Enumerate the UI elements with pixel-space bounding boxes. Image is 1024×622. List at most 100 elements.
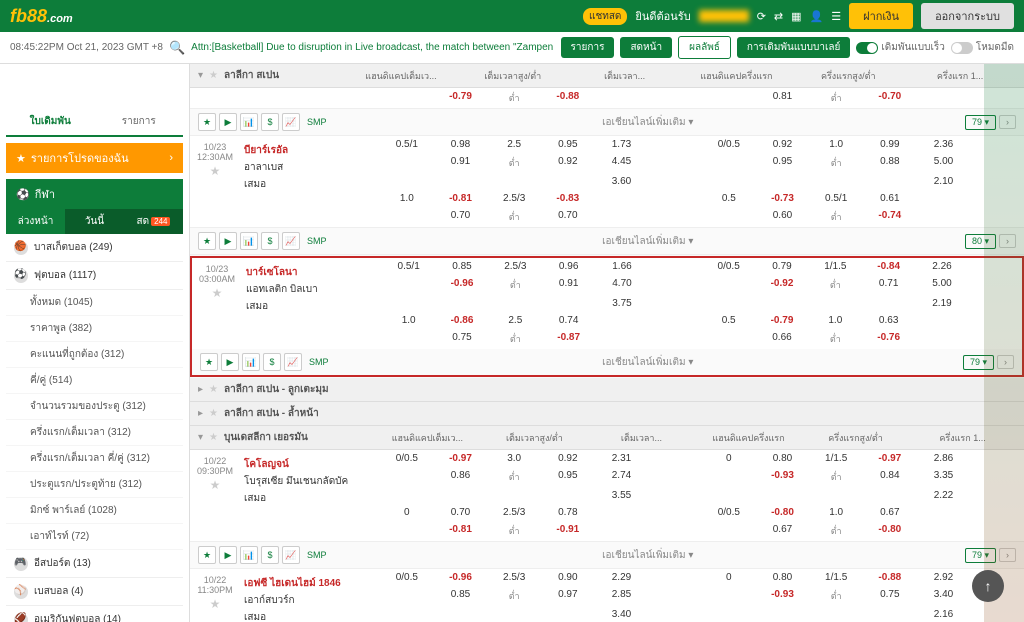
odds-cell[interactable]: 0.67 [756,521,810,541]
odds-cell[interactable]: 0.84 [863,467,917,487]
chart-icon[interactable]: 📊 [240,232,258,250]
tv-icon[interactable]: ▦ [791,10,801,23]
odds-cell[interactable]: 3.75 [595,295,648,312]
odds-cell[interactable]: 0.5/1 [382,258,435,275]
odds-cell[interactable]: 0.92 [541,153,595,173]
play-icon[interactable]: ▶ [221,353,239,371]
fav-button[interactable]: ★ [200,353,218,371]
odds-cell[interactable]: 3.40 [917,586,971,606]
sidebar-sub[interactable]: เอาท์ไรท์ (72) [6,524,183,550]
odds-cell[interactable]: 0.75 [863,586,917,606]
odds-cell[interactable]: 0.90 [541,569,595,586]
odds-cell[interactable]: 0.80 [756,450,810,467]
team-draw[interactable]: เสมอ [244,609,376,622]
star-icon[interactable]: ★ [194,597,236,611]
odds-cell[interactable]: 0.67 [863,504,917,521]
subtab-live[interactable]: สด244 [124,209,183,234]
odds-cell[interactable]: -0.92 [755,275,808,295]
odds-cell[interactable]: ต่ำ [809,207,863,227]
star-icon[interactable]: ★ [209,70,218,81]
chart-icon[interactable]: 📊 [240,113,258,131]
odds-cell[interactable]: ต่ำ [809,521,863,541]
odds-cell[interactable]: 0.96 [542,258,595,275]
team-home[interactable]: โคโลญจน์ [244,456,376,473]
play-icon[interactable]: ▶ [219,113,237,131]
stats-icon[interactable]: 📈 [282,113,300,131]
odds-cell[interactable]: ต่ำ [489,329,542,349]
fav-button[interactable]: ★ [198,232,216,250]
odds-cell[interactable]: 4.45 [595,153,649,173]
odds-cell[interactable]: -0.81 [434,190,488,207]
chevron-right-icon[interactable]: ▸ [198,384,203,395]
odds-cell[interactable]: -0.93 [756,467,810,487]
odds-cell[interactable]: 1.0 [809,136,863,153]
odds-cell[interactable]: -0.86 [435,312,488,329]
sidebar-sub[interactable]: ราคาพูล (382) [6,316,183,342]
dollar-icon[interactable]: $ [261,232,279,250]
odds-cell[interactable]: 2.10 [917,173,971,190]
odds-cell[interactable]: 2.36 [917,136,971,153]
odds-cell[interactable]: -0.96 [435,275,488,295]
odds-cell[interactable]: 0.86 [434,467,488,487]
odds-cell[interactable]: ต่ำ [489,275,542,295]
more-lines[interactable]: เอเชียนไลน์เพิ่มเติม ▾ [336,355,960,370]
odds-cell[interactable]: 2.22 [917,487,971,504]
subtab-today[interactable]: วันนี้ [65,209,124,234]
refresh-icon[interactable]: ⟳ [757,10,766,23]
odds-cell[interactable]: 5.00 [915,275,968,295]
star-icon[interactable]: ★ [196,286,238,300]
team-away[interactable]: แอทเลติก บิลเบา [246,281,378,298]
odds-cell[interactable]: 2.29 [595,569,649,586]
odds-cell[interactable]: 0 [702,450,756,467]
odds-cell[interactable]: 0.99 [863,136,917,153]
team-draw[interactable]: เสมอ [244,490,376,507]
tab-mybets[interactable]: ใบเดิมพัน [6,108,95,135]
odds-cell[interactable]: 3.55 [595,487,649,504]
smp-label[interactable]: SMP [303,115,331,129]
odds-cell[interactable]: 2.74 [595,467,649,487]
subtab-early[interactable]: ล่วงหน้า [6,209,65,234]
odds-cell[interactable]: -0.96 [434,569,488,586]
odds-cell[interactable]: -0.97 [863,450,917,467]
btn-result[interactable]: ผลลัพธ์ [678,36,731,59]
odds-cell[interactable]: 2.5/3 [489,258,542,275]
dollar-icon[interactable]: $ [263,353,281,371]
odds-cell[interactable]: 0.63 [862,312,915,329]
odds-cell[interactable]: 0.66 [755,329,808,349]
odds-cell[interactable]: 0.88 [863,153,917,173]
star-icon[interactable]: ★ [209,408,218,419]
odds-cell[interactable]: 0.92 [541,450,595,467]
list-icon[interactable]: ☰ [831,10,841,23]
fav-button[interactable]: ★ [198,546,216,564]
odds-cell[interactable]: 1.0 [380,190,434,207]
odds-cell[interactable]: ต่ำ [487,467,541,487]
odds-cell[interactable]: 0/0.5 [702,258,755,275]
sidebar-sub[interactable]: จำนวนรวมของประตู (312) [6,394,183,420]
odds-cell[interactable]: 2.5 [487,136,541,153]
btn-parlay[interactable]: การเดิมพันแบบบาเลย์ [737,37,850,58]
sidebar-item-football[interactable]: ⚽ฟุตบอล (1117) [6,262,183,290]
odds-cell[interactable]: -0.80 [756,504,810,521]
odds-cell[interactable]: 0.75 [435,329,488,349]
odds-cell[interactable]: 2.31 [595,450,649,467]
search-icon[interactable]: 🔍 [169,40,185,56]
odds-cell[interactable]: 2.5 [489,312,542,329]
sidebar-sub[interactable]: ทั้งหมด (1045) [6,290,183,316]
odds-cell[interactable]: ต่ำ [809,275,862,295]
team-draw[interactable]: เสมอ [246,298,378,315]
team-home[interactable]: บียาร์เรอัล [244,142,376,159]
odds-cell[interactable]: 3.0 [487,450,541,467]
odds-cell[interactable]: 0.61 [863,190,917,207]
team-away[interactable]: เอาก์สบวร์ก [244,592,376,609]
odds-cell[interactable]: ต่ำ [809,153,863,173]
odds-cell[interactable]: ต่ำ [487,153,541,173]
odds-cell[interactable]: 2.19 [915,295,968,312]
logo[interactable]: fb88.com [10,6,73,27]
odds-cell[interactable]: 0/0.5 [702,504,756,521]
odds-cell[interactable]: 0.95 [541,136,595,153]
star-icon[interactable]: ★ [194,478,236,492]
team-home[interactable]: เอฟซี ไฮเดนไฮม์ 1846 [244,575,376,592]
odds-cell[interactable]: 0/0.5 [380,569,434,586]
odds-cell[interactable]: 0/0.5 [380,450,434,467]
chart-icon[interactable]: 📊 [240,546,258,564]
